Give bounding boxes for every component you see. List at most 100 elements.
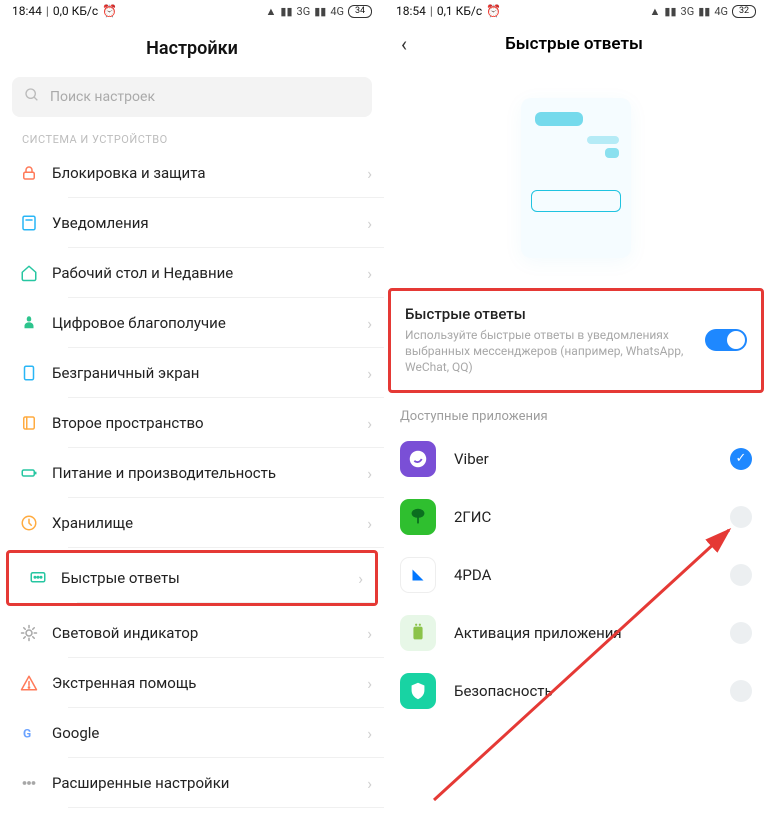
signal-4g: 4G	[330, 5, 344, 18]
battery-badge: 32	[732, 5, 756, 18]
settings-item-label: Хранилище	[52, 514, 367, 532]
app-checkbox[interactable]	[730, 506, 752, 528]
back-button[interactable]: ‹	[390, 32, 418, 56]
settings-item-label: Блокировка и защита	[52, 164, 367, 182]
app-row[interactable]: 4PDA	[384, 546, 768, 604]
settings-item-sos[interactable]: Экстренная помощь›	[0, 658, 384, 708]
app-label: Безопасность	[454, 682, 730, 700]
screen-icon	[20, 364, 52, 382]
status-bar: 18:44 | 0,0 КБ/с ⏰ ▲ ▮▮ 3G ▮▮ 4G 34	[0, 0, 384, 20]
settings-item-label: Расширенные настройки	[52, 774, 367, 792]
status-net: 0,0 КБ/с	[53, 4, 98, 18]
app-icon	[400, 499, 436, 535]
status-net: 0,1 КБ/с	[437, 4, 482, 18]
app-label: 4PDA	[454, 566, 730, 584]
app-row[interactable]: 2ГИС	[384, 488, 768, 546]
search-icon	[24, 87, 40, 107]
settings-item-notif[interactable]: Уведомления›	[0, 198, 384, 248]
signal-3g: 3G	[681, 5, 695, 18]
settings-item-google[interactable]: G Google›	[0, 708, 384, 758]
settings-item-space[interactable]: Второе пространство›	[0, 398, 384, 448]
signal-icon: ▮▮	[280, 5, 292, 18]
settings-item-screen[interactable]: Безграничный экран›	[0, 348, 384, 398]
home-icon	[20, 264, 52, 282]
settings-item-home[interactable]: Рабочий стол и Недавние›	[0, 248, 384, 298]
settings-item-label: Google	[52, 724, 367, 742]
settings-screen: 18:44 | 0,0 КБ/с ⏰ ▲ ▮▮ 3G ▮▮ 4G 34 Наст…	[0, 0, 384, 820]
chevron-right-icon: ›	[358, 569, 363, 588]
app-label: Viber	[454, 450, 730, 468]
section-header: Доступные приложения	[384, 401, 768, 430]
notif-icon	[20, 214, 52, 232]
sos-icon	[20, 674, 52, 692]
app-checkbox[interactable]	[730, 564, 752, 586]
settings-item-lock[interactable]: Блокировка и защита›	[0, 148, 384, 198]
app-icon	[400, 673, 436, 709]
signal-icon: ▮▮	[698, 5, 710, 18]
settings-item-wellbeing[interactable]: Цифровое благополучие›	[0, 298, 384, 348]
signal-3g: 3G	[297, 5, 311, 18]
chevron-right-icon: ›	[367, 674, 372, 693]
chevron-right-icon: ›	[367, 624, 372, 643]
settings-item-label: Быстрые ответы	[61, 569, 358, 587]
chevron-right-icon: ›	[367, 364, 372, 383]
lock-icon	[20, 164, 52, 182]
wifi-icon: ▲	[650, 5, 661, 18]
chevron-right-icon: ›	[367, 314, 372, 333]
app-row[interactable]: Viber✓	[384, 430, 768, 488]
app-row[interactable]: Активация приложения	[384, 604, 768, 662]
wellbeing-icon	[20, 314, 52, 332]
settings-item-label: Рабочий стол и Недавние	[52, 264, 367, 282]
settings-item-battery[interactable]: Питание и производительность›	[0, 448, 384, 498]
app-icon	[400, 557, 436, 593]
settings-item-led[interactable]: Световой индикатор›	[0, 608, 384, 658]
settings-item-label: Питание и производительность	[52, 464, 367, 482]
quick-replies-screen: 18:54 | 0,1 КБ/с ⏰ ▲ ▮▮ 3G ▮▮ 4G 32 ‹ Бы…	[384, 0, 768, 820]
search-placeholder: Поиск настроек	[50, 89, 155, 105]
signal-4g: 4G	[714, 5, 728, 18]
svg-text:G: G	[23, 727, 31, 741]
alarm-icon: ⏰	[486, 4, 501, 18]
search-input[interactable]: Поиск настроек	[12, 77, 372, 117]
status-time: 18:54	[396, 4, 426, 18]
page-title: Быстрые ответы	[418, 34, 730, 54]
battery-icon	[20, 464, 52, 482]
app-label: Активация приложения	[454, 624, 730, 642]
settings-item-label: Световой индикатор	[52, 624, 367, 642]
battery-badge: 34	[348, 5, 372, 18]
chevron-right-icon: ›	[367, 214, 372, 233]
chevron-right-icon: ›	[367, 164, 372, 183]
chevron-right-icon: ›	[367, 724, 372, 743]
status-time: 18:44	[12, 4, 42, 18]
chevron-right-icon: ›	[367, 774, 372, 793]
signal-icon: ▮▮	[664, 5, 676, 18]
section-header: СИСТЕМА И УСТРОЙСТВО	[0, 127, 384, 148]
space-icon	[20, 414, 52, 432]
chevron-right-icon: ›	[367, 264, 372, 283]
settings-item-label: Второе пространство	[52, 414, 367, 432]
settings-item-label: Цифровое благополучие	[52, 314, 367, 332]
more-icon	[20, 774, 52, 792]
app-checkbox[interactable]: ✓	[730, 448, 752, 470]
quick-reply-illustration	[521, 98, 631, 258]
app-label: 2ГИС	[454, 508, 730, 526]
settings-item-more[interactable]: Расширенные настройки›	[0, 758, 384, 808]
chevron-right-icon: ›	[367, 514, 372, 533]
status-bar: 18:54 | 0,1 КБ/с ⏰ ▲ ▮▮ 3G ▮▮ 4G 32	[384, 0, 768, 20]
settings-item-label: Экстренная помощь	[52, 674, 367, 692]
settings-item-label: Безграничный экран	[52, 364, 367, 382]
settings-item-quick[interactable]: Быстрые ответы›	[9, 553, 375, 603]
app-checkbox[interactable]	[730, 680, 752, 702]
app-checkbox[interactable]	[730, 622, 752, 644]
toggle-desc: Используйте быстрые ответы в уведомления…	[405, 327, 693, 376]
chevron-right-icon: ›	[367, 414, 372, 433]
alarm-icon: ⏰	[102, 4, 117, 18]
chevron-right-icon: ›	[367, 464, 372, 483]
led-icon	[20, 624, 52, 642]
storage-icon	[20, 514, 52, 532]
google-icon: G	[20, 724, 52, 742]
quick-replies-toggle[interactable]	[705, 329, 747, 351]
settings-item-storage[interactable]: Хранилище›	[0, 498, 384, 548]
app-icon	[400, 441, 436, 477]
app-row[interactable]: Безопасность	[384, 662, 768, 720]
